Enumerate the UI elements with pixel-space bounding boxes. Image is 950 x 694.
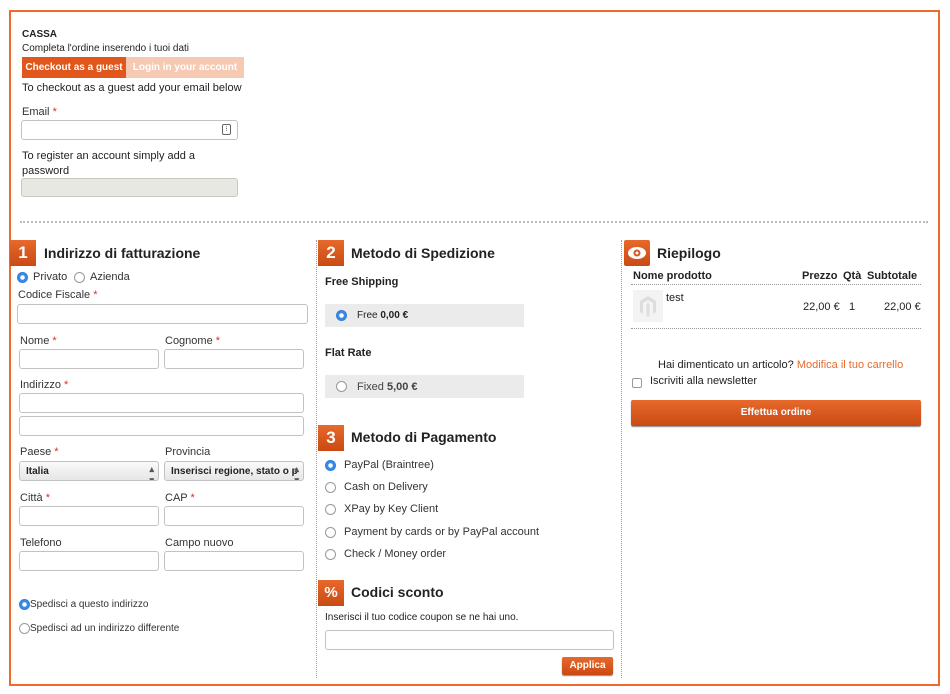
newsletter-checkbox[interactable] [632,378,642,388]
ship-same-label: Spedisci a questo indirizzo [30,599,149,610]
edit-cart-link[interactable]: Modifica il tuo carrello [797,359,903,371]
product-name: test [666,292,684,304]
place-order-button[interactable]: Effettua ordine [631,400,921,426]
zip-field[interactable] [164,506,304,526]
payment-radio-check-money-order[interactable] [325,549,336,560]
email-label: Email * [22,106,57,118]
zip-label: CAP * [165,492,195,504]
flat-rate-option[interactable] [325,375,524,398]
fiscal-code-field[interactable] [17,304,308,324]
eye-icon [624,240,650,266]
key-icon[interactable]: ⁝ [222,124,231,135]
ship-same-radio[interactable] [19,599,30,610]
tab-login[interactable]: Login in your account [126,57,244,78]
ship-different-radio[interactable] [19,623,30,634]
tab-checkout-guest[interactable]: Checkout as a guest [22,57,126,78]
province-label: Provincia [165,446,211,458]
payment-radio-xpay[interactable] [325,504,336,515]
free-shipping-radio[interactable] [336,310,347,321]
forgot-item-text: Hai dimenticato un articolo? Modifica il… [658,359,904,371]
coupon-code-field[interactable] [325,630,614,650]
province-select[interactable]: Inserisci regione, stato o p ▴ ▾ [164,461,304,481]
phone-label: Telefono [20,537,62,549]
email-field[interactable] [21,120,238,140]
newsletter-label: Iscriviti alla newsletter [650,375,757,387]
last-name-label: Cognome * [165,335,221,347]
ship-different-label: Spedisci ad un indirizzo differente [30,623,180,634]
product-price: 22,00 € [803,301,840,313]
product-thumbnail [633,290,663,322]
col-subtotal: Subtotale [867,270,918,282]
column-divider [621,240,622,678]
payment-label: XPay by Key Client [344,503,439,515]
address-line-2[interactable] [19,416,304,436]
city-field[interactable] [19,506,159,526]
payment-radio-cards-paypal[interactable] [325,527,336,538]
product-subtotal: 22,00 € [884,301,921,313]
coupon-hint: Inserisci il tuo codice coupon se ne hai… [325,612,519,623]
last-name-field[interactable] [164,349,304,369]
flat-rate-radio[interactable] [336,381,347,392]
new-field-input[interactable] [164,551,304,571]
checkout-frame [9,10,940,686]
payment-title: Metodo di Pagamento [351,429,497,445]
page-subtitle: Completa l'ordine inserendo i tuoi dati [22,43,190,54]
step-number-2: 2 [318,240,344,266]
apply-coupon-button[interactable]: Applica [562,657,613,675]
table-divider [631,284,921,285]
summary-title: Riepilogo [657,245,721,261]
shipping-title: Metodo di Spedizione [351,245,495,261]
phone-field[interactable] [19,551,159,571]
password-field[interactable] [21,178,238,197]
flat-rate-heading: Flat Rate [325,347,372,359]
page-title: CASSA [22,29,58,40]
step-number-1: 1 [10,240,36,266]
payment-label: PayPal (Braintree) [344,459,434,471]
section-divider [20,221,928,223]
col-price: Prezzo [802,270,838,282]
fiscal-code-label: Codice Fiscale * [18,289,98,301]
private-label: Privato [33,271,68,283]
company-radio[interactable] [74,272,85,283]
billing-title: Indirizzo di fatturazione [44,245,201,261]
payment-label: Cash on Delivery [344,481,428,493]
percent-icon: % [318,580,344,606]
product-qty: 1 [849,301,856,313]
country-label: Paese * [20,446,59,458]
flat-rate-label: Fixed 5,00 € [357,381,418,393]
column-divider [316,240,317,678]
free-shipping-label: Free 0,00 € [357,310,409,321]
payment-radio-paypal-braintree[interactable] [325,460,336,471]
payment-label: Check / Money order [344,548,447,560]
address-line-1[interactable] [19,393,304,413]
city-label: Città * [20,492,50,504]
first-name-field[interactable] [19,349,159,369]
address-label: Indirizzo * [20,379,69,391]
first-name-label: Nome * [20,335,57,347]
free-shipping-heading: Free Shipping [325,276,399,288]
payment-radio-cash-on-delivery[interactable] [325,482,336,493]
guest-hint: To checkout as a guest add your email be… [22,82,242,94]
new-field-label: Campo nuovo [165,537,234,549]
table-divider [631,328,921,329]
step-number-3: 3 [318,425,344,451]
private-radio[interactable] [17,272,28,283]
free-shipping-option[interactable] [325,304,524,327]
select-arrows-icon: ▴ ▾ [294,464,299,481]
select-arrows-icon: ▴ ▾ [149,464,154,481]
col-qty: Qtà [843,270,862,282]
col-product-name: Nome prodotto [633,270,712,282]
country-select[interactable]: Italia ▴ ▾ [19,461,159,481]
payment-label: Payment by cards or by PayPal account [344,526,540,538]
company-label: Azienda [90,271,130,283]
register-hint: To register an account simply add a passw… [22,150,196,177]
coupon-title: Codici sconto [351,584,444,600]
